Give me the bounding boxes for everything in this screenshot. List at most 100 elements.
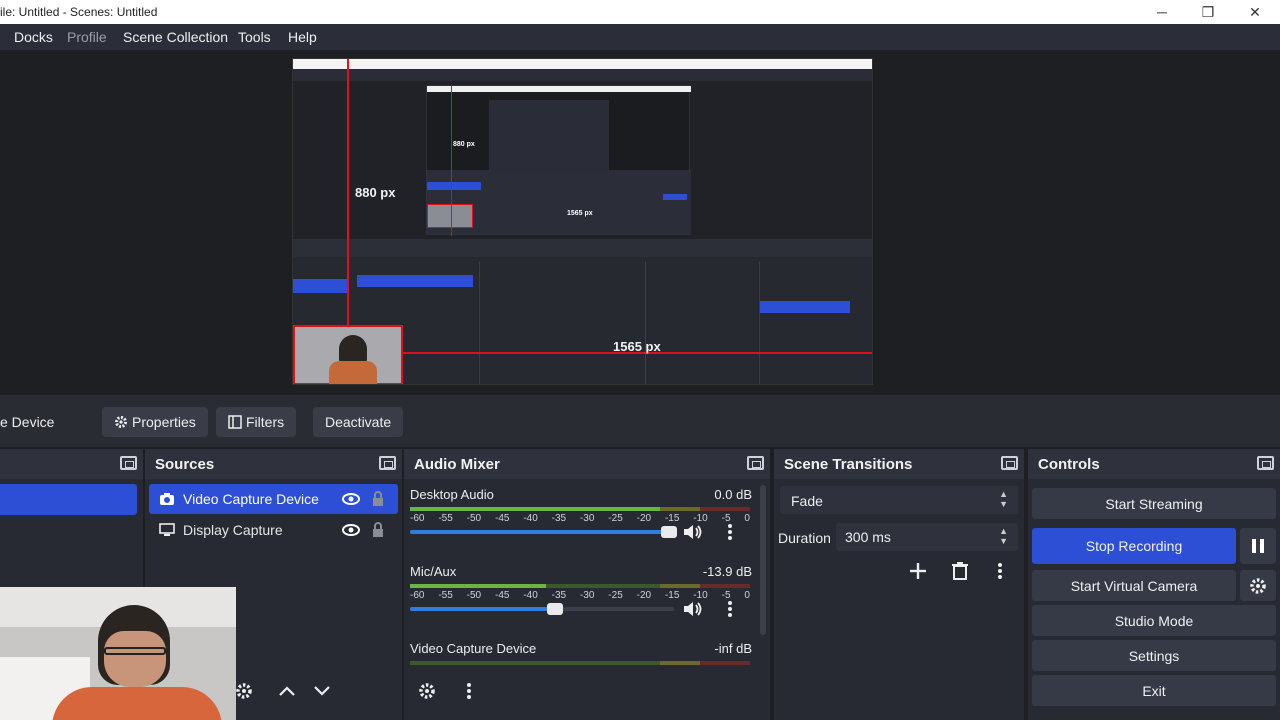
scene-transitions-dock: Scene Transitions Fade ▲ ▼ Duration 300 m… bbox=[774, 449, 1024, 720]
stop-recording-label: Stop Recording bbox=[1085, 538, 1183, 554]
guide-vertical bbox=[347, 59, 349, 329]
undock-icon[interactable] bbox=[120, 456, 137, 470]
transition-select[interactable]: Fade ▲ ▼ bbox=[780, 486, 1018, 514]
channel-name: Desktop Audio bbox=[410, 487, 494, 502]
undock-icon[interactable] bbox=[747, 456, 764, 470]
camera-icon bbox=[160, 493, 174, 505]
start-streaming-label: Start Streaming bbox=[1105, 495, 1203, 512]
nested-titlebar bbox=[293, 59, 872, 69]
channel-db: -inf dB bbox=[714, 641, 752, 656]
eye-icon[interactable] bbox=[342, 493, 360, 505]
move-down-icon[interactable] bbox=[313, 685, 331, 697]
menu-docks[interactable]: Docks bbox=[14, 29, 53, 45]
filter-icon bbox=[228, 415, 242, 429]
virtual-camera-settings-button[interactable] bbox=[1240, 570, 1276, 601]
duration-spinbox[interactable]: 300 ms ▲ ▼ bbox=[836, 523, 1018, 551]
nested-height-label: 880 px bbox=[453, 141, 475, 148]
channel-menu-icon[interactable] bbox=[727, 600, 733, 618]
deactivate-button[interactable]: Deactivate bbox=[313, 407, 404, 437]
channel-db: 0.0 dB bbox=[714, 487, 752, 502]
fader-knob[interactable] bbox=[547, 603, 564, 615]
source-item-video-capture[interactable]: Video Capture Device bbox=[149, 484, 398, 514]
spin-arrows-icon[interactable]: ▲ ▼ bbox=[999, 526, 1008, 546]
tick-label: -40 bbox=[523, 590, 538, 601]
tick-label: -20 bbox=[636, 513, 652, 524]
tick-label: -50 bbox=[466, 590, 482, 601]
settings-label: Settings bbox=[1128, 647, 1180, 664]
duration-value: 300 ms bbox=[845, 529, 891, 545]
channel-name: Mic/Aux bbox=[410, 564, 457, 579]
mixer-scrollbar[interactable] bbox=[760, 485, 766, 635]
mixer-menu-icon[interactable] bbox=[466, 682, 472, 700]
volume-fader[interactable] bbox=[410, 603, 674, 615]
gear-icon bbox=[1250, 578, 1266, 594]
tick-label: -15 bbox=[664, 590, 680, 601]
studio-mode-button[interactable]: Studio Mode bbox=[1032, 605, 1276, 636]
undock-icon[interactable] bbox=[379, 456, 396, 470]
menu-help[interactable]: Help bbox=[288, 29, 317, 45]
tick-label: -20 bbox=[636, 590, 652, 601]
speaker-icon[interactable] bbox=[683, 601, 703, 617]
minimize-button[interactable]: ─ bbox=[1139, 0, 1185, 24]
start-virtual-camera-button[interactable]: Start Virtual Camera bbox=[1032, 570, 1236, 601]
close-button[interactable]: ✕ bbox=[1232, 0, 1278, 24]
source-label: Video Capture Device bbox=[183, 491, 319, 507]
fader-knob[interactable] bbox=[660, 526, 677, 538]
preview-area: 880 px 1565 px 880 px 1565 px bbox=[0, 50, 1280, 395]
menu-bar: Docks Profile Scene Collection Tools Hel… bbox=[0, 24, 1280, 50]
tick-label: -40 bbox=[523, 513, 538, 524]
speaker-icon[interactable] bbox=[683, 524, 703, 540]
delete-transition-icon[interactable] bbox=[952, 562, 968, 580]
undock-icon[interactable] bbox=[1001, 456, 1018, 470]
transition-menu-icon[interactable] bbox=[997, 562, 1003, 580]
filters-button[interactable]: Filters bbox=[216, 407, 297, 437]
volume-meter bbox=[410, 507, 750, 511]
webcam-source-box[interactable] bbox=[293, 325, 403, 384]
tick-label: -55 bbox=[438, 590, 453, 601]
nested-menubar bbox=[293, 69, 872, 81]
program-preview[interactable]: 880 px 1565 px 880 px 1565 px bbox=[292, 58, 873, 385]
settings-button[interactable]: Settings bbox=[1032, 640, 1276, 671]
menu-scene-collection[interactable]: Scene Collection bbox=[123, 29, 228, 45]
tick-label: -60 bbox=[410, 590, 425, 601]
pause-recording-button[interactable] bbox=[1240, 528, 1276, 564]
menu-tools[interactable]: Tools bbox=[238, 29, 271, 45]
source-label: Display Capture bbox=[183, 522, 283, 538]
volume-fader[interactable] bbox=[410, 526, 677, 538]
start-streaming-button[interactable]: Start Streaming bbox=[1032, 488, 1276, 519]
pause-icon bbox=[1252, 539, 1264, 553]
exit-label: Exit bbox=[1142, 682, 1166, 699]
exit-button[interactable]: Exit bbox=[1032, 675, 1276, 706]
menu-profile[interactable]: Profile bbox=[67, 29, 107, 45]
channel-db: -13.9 dB bbox=[702, 564, 752, 579]
lock-icon[interactable] bbox=[372, 491, 384, 507]
tick-label: -30 bbox=[579, 590, 595, 601]
add-transition-icon[interactable] bbox=[909, 562, 927, 580]
tick-label: -35 bbox=[551, 590, 567, 601]
move-up-icon[interactable] bbox=[278, 685, 296, 697]
lock-icon[interactable] bbox=[372, 522, 384, 538]
chevron-updown-icon: ▲ ▼ bbox=[999, 489, 1008, 509]
channel-menu-icon[interactable] bbox=[727, 523, 733, 541]
audio-mixer-title: Audio Mixer bbox=[414, 456, 500, 473]
controls-title: Controls bbox=[1038, 456, 1100, 473]
height-annotation: 880 px bbox=[355, 185, 396, 200]
window-titlebar: ile: Untitled - Scenes: Untitled ─ ❐ ✕ bbox=[0, 0, 1280, 24]
tick-label: -55 bbox=[438, 513, 453, 524]
properties-label: Properties bbox=[132, 414, 196, 430]
tick-label: 0 bbox=[744, 513, 750, 524]
tick-label: -60 bbox=[410, 513, 425, 524]
eye-icon[interactable] bbox=[342, 524, 360, 536]
advanced-audio-gear-icon[interactable] bbox=[418, 682, 436, 700]
stop-recording-button[interactable]: Stop Recording bbox=[1032, 528, 1236, 564]
monitor-icon bbox=[159, 523, 175, 536]
tick-label: -45 bbox=[494, 590, 510, 601]
scenes-dock-header bbox=[0, 449, 143, 479]
gear-icon[interactable] bbox=[235, 682, 253, 700]
source-item-display-capture[interactable]: Display Capture bbox=[149, 515, 398, 545]
tick-label: -35 bbox=[551, 513, 567, 524]
undock-icon[interactable] bbox=[1257, 456, 1274, 470]
maximize-button[interactable]: ❐ bbox=[1185, 0, 1231, 24]
properties-button[interactable]: Properties bbox=[102, 407, 208, 437]
scene-item-selected[interactable] bbox=[0, 484, 137, 515]
